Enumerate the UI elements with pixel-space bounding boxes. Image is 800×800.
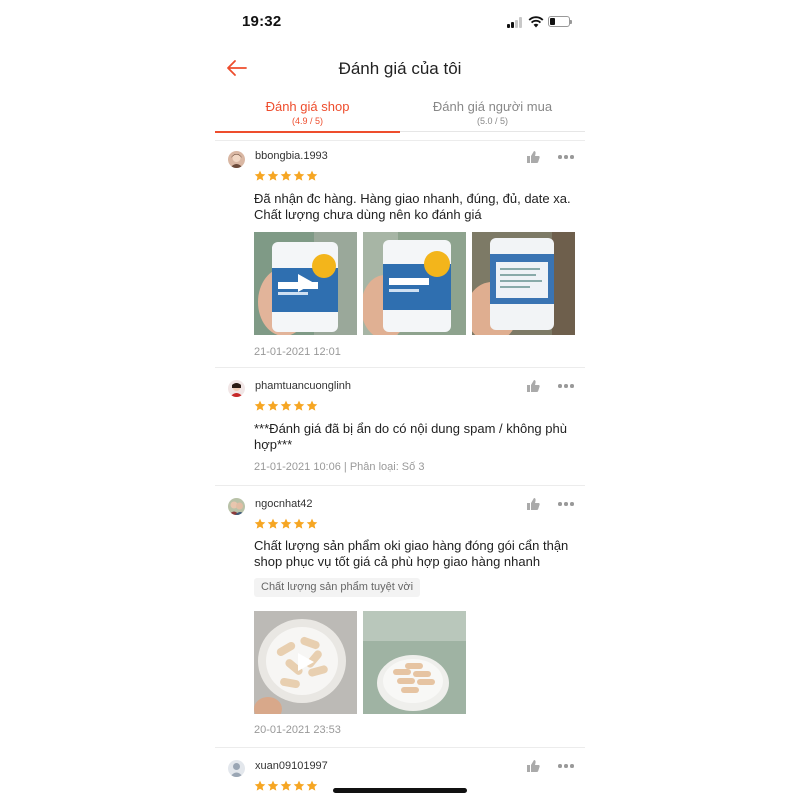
review-date: 21-01-2021 12:01 <box>254 346 341 358</box>
home-indicator[interactable] <box>333 788 467 793</box>
tab-rating: (4.9 / 5) <box>291 116 323 126</box>
play-icon <box>298 274 314 292</box>
review-text: Đã nhận đc hàng. Hàng giao nhanh, đúng, … <box>254 191 571 222</box>
thumbs-up-icon[interactable] <box>526 150 540 164</box>
section-divider <box>215 133 585 141</box>
avatar[interactable] <box>228 380 245 397</box>
star-icon <box>280 170 292 181</box>
review-item: phamtuancuonglinh ***Đánh giá đã bị ẩn d… <box>215 369 585 486</box>
review-text: Chất lượng sản phẩm oki giao hàng đóng g… <box>254 538 569 569</box>
username[interactable]: bbongbia.1993 <box>255 150 328 162</box>
battery-level <box>550 18 555 25</box>
star-icon <box>254 780 266 791</box>
more-options-icon[interactable] <box>558 155 574 159</box>
page-title: Đánh giá của tôi <box>338 59 462 78</box>
tab-label: Đánh giá shop <box>265 99 350 114</box>
star-icon <box>267 400 279 411</box>
thumbs-up-icon[interactable] <box>526 379 540 393</box>
thumbs-up-icon[interactable] <box>526 759 540 773</box>
battery-icon <box>548 16 572 27</box>
star-icon <box>254 170 266 181</box>
more-options-icon[interactable] <box>558 384 574 388</box>
star-icon <box>280 780 292 791</box>
tab-rating: (5.0 / 5) <box>476 116 508 126</box>
review-image[interactable] <box>363 611 466 714</box>
header: Đánh giá của tôi <box>215 46 585 90</box>
star-icon <box>267 518 279 529</box>
tab-bar: Đánh giá shop (4.9 / 5) Đánh giá người m… <box>215 96 585 133</box>
review-tag: Chất lượng sản phẩm tuyệt vời <box>254 578 421 597</box>
star-rating <box>254 779 319 791</box>
tab-label: Đánh giá người mua <box>432 99 553 114</box>
star-icon <box>293 518 305 529</box>
review-item: bbongbia.1993 Đã nhận đc hàng. Hàng giao… <box>215 142 585 368</box>
username[interactable]: xuan09101997 <box>255 760 328 772</box>
thumbs-up-icon[interactable] <box>526 497 540 511</box>
star-icon <box>306 780 318 791</box>
play-icon <box>298 653 314 671</box>
star-icon <box>267 170 279 181</box>
review-item: ngocnhat42 Chất lượng sản phẩm oki giao … <box>215 487 585 748</box>
star-icon <box>293 170 305 181</box>
avatar[interactable] <box>228 498 245 515</box>
star-icon <box>254 400 266 411</box>
tab-buyer-reviews[interactable]: Đánh giá người mua (5.0 / 5) <box>400 96 585 132</box>
star-icon <box>254 518 266 529</box>
star-rating <box>254 169 319 181</box>
more-options-icon[interactable] <box>558 502 574 506</box>
username[interactable]: ngocnhat42 <box>255 498 313 510</box>
star-icon <box>267 780 279 791</box>
star-icon <box>306 400 318 411</box>
review-text: ***Đánh giá đã bị ẩn do có nội dung spam… <box>254 421 567 452</box>
star-rating <box>254 517 319 529</box>
cellular-signal-icon <box>507 17 524 28</box>
star-icon <box>280 518 292 529</box>
star-icon <box>280 400 292 411</box>
username[interactable]: phamtuancuonglinh <box>255 380 351 392</box>
status-time: 19:32 <box>242 13 282 30</box>
wifi-icon <box>528 16 544 28</box>
avatar[interactable] <box>228 760 245 777</box>
status-bar: 19:32 <box>215 0 585 44</box>
review-video-thumbnail[interactable] <box>254 611 357 714</box>
star-icon <box>293 400 305 411</box>
star-icon <box>293 780 305 791</box>
review-video-thumbnail[interactable] <box>254 232 357 335</box>
tab-shop-reviews[interactable]: Đánh giá shop (4.9 / 5) <box>215 96 400 133</box>
more-options-icon[interactable] <box>558 764 574 768</box>
review-image[interactable] <box>363 232 466 335</box>
review-meta: 21-01-2021 10:06 | Phân loại: Số 3 <box>254 461 425 473</box>
avatar[interactable] <box>228 151 245 168</box>
star-icon <box>306 518 318 529</box>
review-date: 20-01-2021 23:53 <box>254 724 341 736</box>
review-image[interactable] <box>472 232 575 335</box>
star-icon <box>306 170 318 181</box>
star-rating <box>254 399 319 411</box>
phone-screen: 19:32 Đánh giá của tôi Đánh giá shop (4. <box>215 0 585 800</box>
